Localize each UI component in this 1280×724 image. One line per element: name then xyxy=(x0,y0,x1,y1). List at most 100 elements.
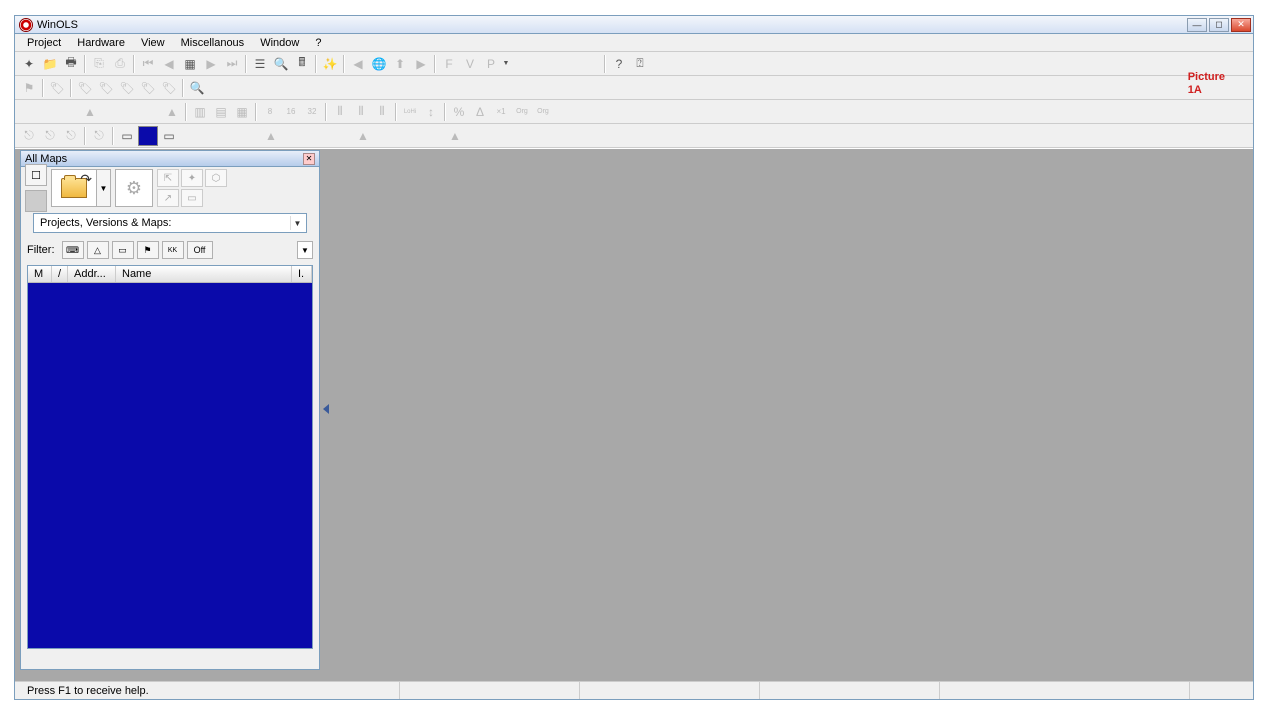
toolbar-1: ✦ 📁 🖶 ⎘ ⎙ ⏮ ◀ ▦ ▶ ⏭ ☰ 🔍 🖩 ✨ ◀ 🌐 ⬆ ▶ F V … xyxy=(15,52,1253,76)
p-icon: P xyxy=(481,54,501,74)
filter-btn-5[interactable]: KK xyxy=(162,241,184,259)
open-icon[interactable]: 📁 xyxy=(40,54,60,74)
scroll5-icon: ▲ xyxy=(445,126,465,146)
separator xyxy=(444,103,446,121)
filter-label: Filter: xyxy=(27,244,55,256)
separator xyxy=(255,103,257,121)
context-help-icon[interactable]: ⍰ xyxy=(630,54,650,74)
toolbar-4: ⎋ ⎋ ⎋ ⎋ ▭ ▭ ▲ ▲ ▲ xyxy=(15,124,1253,148)
col-slash[interactable]: / xyxy=(52,266,68,282)
statusbar: Press F1 to receive help. xyxy=(15,681,1253,699)
calc-icon[interactable]: 🖩 xyxy=(292,54,312,74)
status-cell-2 xyxy=(399,682,579,699)
help-icon[interactable]: ? xyxy=(609,54,629,74)
new-icon[interactable]: ✦ xyxy=(19,54,39,74)
status-cell-3 xyxy=(579,682,759,699)
filter-btn-3[interactable]: ▭ xyxy=(112,241,134,259)
menubar: Project Hardware View Miscellanous Windo… xyxy=(15,34,1253,52)
status-hint: Press F1 to receive help. xyxy=(19,682,389,699)
color1-icon[interactable]: ▭ xyxy=(117,126,137,146)
col-name[interactable]: Name xyxy=(116,266,292,282)
minimize-button[interactable]: — xyxy=(1187,18,1207,32)
mini3-icon[interactable]: ⬡ xyxy=(205,169,227,187)
color2-icon[interactable] xyxy=(138,126,158,146)
separator xyxy=(434,55,436,73)
col-i[interactable]: I. xyxy=(292,266,312,282)
separator xyxy=(112,127,114,145)
separator xyxy=(133,55,135,73)
col-m[interactable]: M xyxy=(28,266,52,282)
open-dropdown-button[interactable]: ▼ xyxy=(96,170,110,206)
percent-icon: % xyxy=(449,102,469,122)
gear-button[interactable]: ⚙ xyxy=(116,170,152,206)
mini1-icon[interactable]: ⇱ xyxy=(157,169,179,187)
all-maps-panel: All Maps ✕ ☐ ■ ▼ ⚙ ⇱ ✦ ⬡ xyxy=(20,150,320,670)
mini-icons: ⇱ ✦ ⬡ ↗ ▭ xyxy=(157,169,227,207)
separator xyxy=(343,55,345,73)
next-icon: ▶ xyxy=(201,54,221,74)
f-icon: F xyxy=(439,54,459,74)
updn-icon: ↕ xyxy=(421,102,441,122)
separator xyxy=(84,55,86,73)
filter-btn-1[interactable]: ⌨ xyxy=(62,241,84,259)
app-icon xyxy=(19,18,33,32)
app-window: WinOLS — ◻ ✕ Project Hardware View Misce… xyxy=(14,15,1254,700)
mini2-icon[interactable]: ✦ xyxy=(181,169,203,187)
bit16-icon: 16 xyxy=(281,102,301,122)
menu-project[interactable]: Project xyxy=(19,35,69,51)
picture-label-line2: 1A xyxy=(1188,84,1225,97)
filter-btn-2[interactable]: △ xyxy=(87,241,109,259)
menu-hardware[interactable]: Hardware xyxy=(69,35,133,51)
bit8-icon: 8 xyxy=(260,102,280,122)
zoom-icon[interactable]: 🔍 xyxy=(271,54,291,74)
grid-icon[interactable]: ▦ xyxy=(180,54,200,74)
maximize-button[interactable]: ◻ xyxy=(1209,18,1229,32)
menu-misc[interactable]: Miscellanous xyxy=(173,35,253,51)
lohi-icon: LoHi xyxy=(400,102,420,122)
filter-off-button[interactable]: Off xyxy=(187,241,213,259)
mini4-icon[interactable]: ↗ xyxy=(157,189,179,207)
tool2-icon: ⎋ xyxy=(40,126,60,146)
separator xyxy=(70,79,72,97)
status-cell-4 xyxy=(759,682,939,699)
gray-icon: ■ xyxy=(25,190,47,212)
bars1-icon: ▥ xyxy=(190,102,210,122)
filter-btn-4[interactable]: ⚑ xyxy=(137,241,159,259)
maps-list[interactable]: M / Addr... Name I. xyxy=(27,265,313,649)
mini5-icon[interactable]: ▭ xyxy=(181,189,203,207)
col-addr[interactable]: Addr... xyxy=(68,266,116,282)
open-folder-button[interactable] xyxy=(52,170,96,206)
paste-icon: ⎙ xyxy=(110,54,130,74)
x1-icon: ×1 xyxy=(491,102,511,122)
projects-combo[interactable]: Projects, Versions & Maps: ▼ xyxy=(33,213,307,233)
separator xyxy=(84,127,86,145)
nav-back-icon: ◀ xyxy=(348,54,368,74)
tag6-icon: 🏷 xyxy=(159,78,179,98)
filter-dropdown[interactable]: ▼ xyxy=(297,241,313,259)
list-icon[interactable]: ☰ xyxy=(250,54,270,74)
doc-icon[interactable]: ☐ xyxy=(25,164,47,186)
tag3-icon: 🏷 xyxy=(96,78,116,98)
combo-label: Projects, Versions & Maps: xyxy=(40,217,171,229)
separator xyxy=(604,55,606,73)
v-icon: V xyxy=(460,54,480,74)
separator xyxy=(185,103,187,121)
dropdown-icon[interactable]: ▼ xyxy=(502,54,510,74)
window-title: WinOLS xyxy=(37,19,1187,31)
menu-help[interactable]: ? xyxy=(307,35,329,51)
orgorg-icon: Org xyxy=(533,102,553,122)
first-icon: ⏮ xyxy=(138,54,158,74)
globe-icon[interactable]: 🌐 xyxy=(369,54,389,74)
menu-view[interactable]: View xyxy=(133,35,173,51)
color3-icon[interactable]: ▭ xyxy=(159,126,179,146)
separator xyxy=(325,103,327,121)
panel-close-button[interactable]: ✕ xyxy=(303,153,315,165)
print-icon[interactable]: 🖶 xyxy=(61,54,81,74)
tag5-icon: 🏷 xyxy=(138,78,158,98)
chevron-down-icon: ▼ xyxy=(290,216,304,230)
splitter[interactable] xyxy=(321,349,331,469)
close-button[interactable]: ✕ xyxy=(1231,18,1251,32)
status-cell-6 xyxy=(1189,682,1249,699)
bit32-icon: 32 xyxy=(302,102,322,122)
menu-window[interactable]: Window xyxy=(252,35,307,51)
